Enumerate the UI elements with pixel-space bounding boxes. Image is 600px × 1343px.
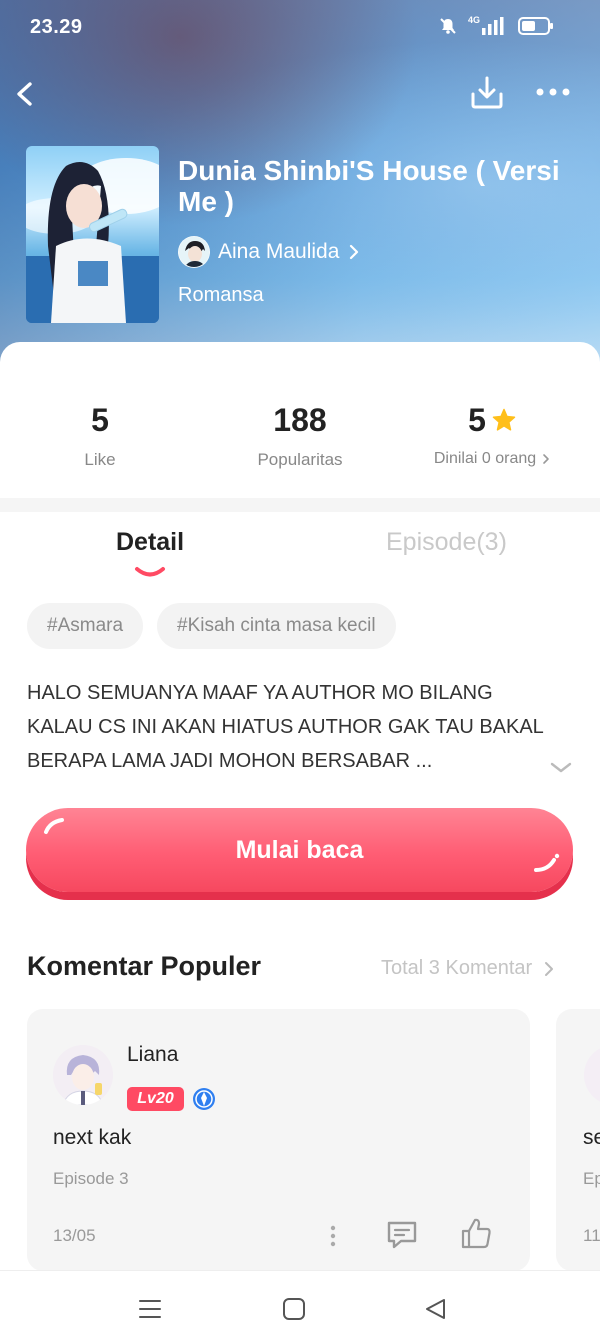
likes-value: 5 — [91, 402, 109, 438]
commenter-avatar — [584, 1045, 600, 1105]
chevron-right-icon — [545, 961, 554, 976]
button-shine-decoration — [44, 818, 64, 834]
status-icons: 4G — [438, 15, 554, 36]
comment-text: se — [583, 1126, 600, 1149]
mute-icon — [440, 18, 456, 34]
author-avatar — [178, 236, 210, 268]
author-name: Aina Maulida — [218, 240, 340, 263]
chevron-right-icon — [350, 244, 359, 260]
comment-episode: Ep — [583, 1169, 600, 1188]
back-arrow-icon[interactable] — [10, 76, 40, 112]
tag-chip[interactable]: #Asmara — [27, 603, 144, 649]
book-cover-image — [26, 146, 159, 323]
more-vertical-icon[interactable] — [327, 1223, 339, 1249]
level-badge: Lv20 — [127, 1087, 184, 1111]
rating-value-row: 5 — [392, 400, 592, 440]
popularity-label: Popularitas — [257, 450, 343, 469]
tag-list: #Asmara #Kisah cinta masa kecil — [27, 603, 396, 649]
genre-label[interactable]: Romansa — [178, 284, 264, 307]
chevron-right-icon — [543, 454, 549, 464]
rating-value: 5 — [468, 402, 486, 438]
commenter-avatar[interactable] — [53, 1045, 113, 1105]
stat-likes: 5 Like — [0, 400, 200, 470]
synopsis-text: HALO SEMUANYA MAAF YA AUTHOR MO BILANG K… — [27, 682, 544, 772]
tab-episodes[interactable]: Episode(3) — [386, 528, 507, 557]
back-triangle-icon[interactable] — [422, 1295, 450, 1323]
battery-icon — [518, 17, 553, 35]
start-reading-button[interactable]: Mulai baca — [26, 808, 573, 892]
top-nav — [0, 70, 600, 118]
comment-card[interactable]: Liana Lv20 next kak Episode 3 13/05 — [27, 1009, 530, 1271]
status-bar: 23.29 4G — [0, 0, 600, 56]
book-title: Dunia Shinbi'S House ( Versi Me ) — [178, 155, 560, 217]
tab-detail[interactable]: Detail — [116, 528, 184, 557]
comment-text: next kak — [53, 1126, 132, 1149]
reply-icon[interactable] — [385, 1219, 419, 1251]
system-navigation-bar — [0, 1270, 600, 1343]
download-icon[interactable] — [468, 74, 506, 112]
verified-badge-icon — [193, 1088, 215, 1110]
chevron-down-icon[interactable] — [548, 758, 574, 776]
popularity-value: 188 — [273, 402, 327, 438]
comment-episode: Episode 3 — [53, 1169, 129, 1188]
total-comments-link[interactable]: Total 3 Komentar — [381, 957, 554, 980]
stat-popularity: 188 Popularitas — [200, 400, 400, 470]
author-link[interactable]: Aina Maulida — [178, 236, 359, 268]
network-label: 4G — [467, 15, 480, 25]
total-comments-label: Total 3 Komentar — [381, 957, 533, 979]
section-divider — [0, 498, 600, 512]
rating-label: Dinilai 0 orang — [433, 450, 537, 467]
more-dots-icon[interactable] — [532, 80, 574, 104]
rating-label-row: Dinilai 0 orang — [392, 450, 592, 468]
likes-label: Like — [84, 450, 116, 469]
signal-icon — [482, 17, 504, 35]
active-tab-indicator — [135, 567, 165, 577]
popular-comments-title: Komentar Populer — [27, 951, 262, 981]
comment-card-peek[interactable]: se Ep 11 — [556, 1009, 600, 1271]
button-shine-decoration — [534, 853, 560, 872]
commenter-name[interactable]: Liana — [127, 1043, 178, 1067]
status-time: 23.29 — [30, 16, 83, 38]
thumbs-up-icon[interactable] — [459, 1216, 493, 1250]
stat-rating[interactable]: 5 Dinilai 0 orang — [392, 400, 592, 468]
star-icon — [492, 408, 516, 431]
comment-date: 11 — [583, 1226, 600, 1245]
menu-icon[interactable] — [136, 1295, 164, 1323]
tag-chip[interactable]: #Kisah cinta masa kecil — [157, 603, 396, 649]
comment-date: 13/05 — [53, 1226, 96, 1245]
home-icon[interactable] — [280, 1295, 308, 1323]
